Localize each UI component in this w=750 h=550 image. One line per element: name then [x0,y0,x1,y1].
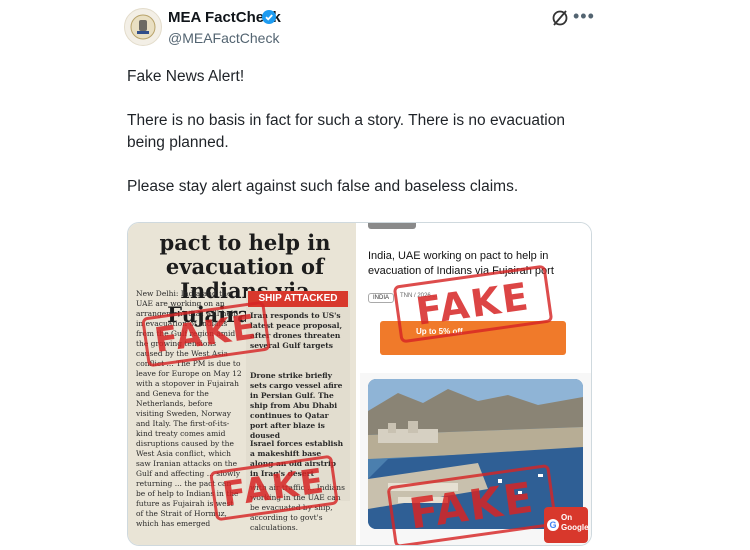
post-paragraph: Please stay alert against such false and… [127,178,519,195]
google-icon: G [547,519,559,531]
post-paragraph: There is no basis in fact for such a sto… [127,112,565,151]
google-badge-label: On Google [561,513,589,532]
emblem-logo-icon [130,14,156,40]
newspaper-clipping-image[interactable]: pact to help in evacuation of Indians vi… [128,223,356,545]
news-card-image[interactable]: India, UAE working on pact to help in ev… [360,223,591,545]
more-options-icon[interactable]: ••• [573,6,595,27]
verified-badge-icon [262,10,276,24]
sidebar-item: Drone strike briefly sets cargo vessel a… [250,371,343,440]
card-tab [368,223,416,229]
category-badge: INDIA [368,293,395,303]
post-paragraph: Fake News Alert! [127,68,245,85]
handle[interactable]: @MEAFactCheck [168,30,279,46]
post-text: Fake News Alert! There is no basis in fa… [127,66,597,198]
post-media[interactable]: pact to help in evacuation of Indians vi… [127,222,592,546]
grok-icon[interactable] [551,9,569,27]
avatar[interactable] [124,8,162,46]
on-google-badge: G On Google [544,507,589,543]
